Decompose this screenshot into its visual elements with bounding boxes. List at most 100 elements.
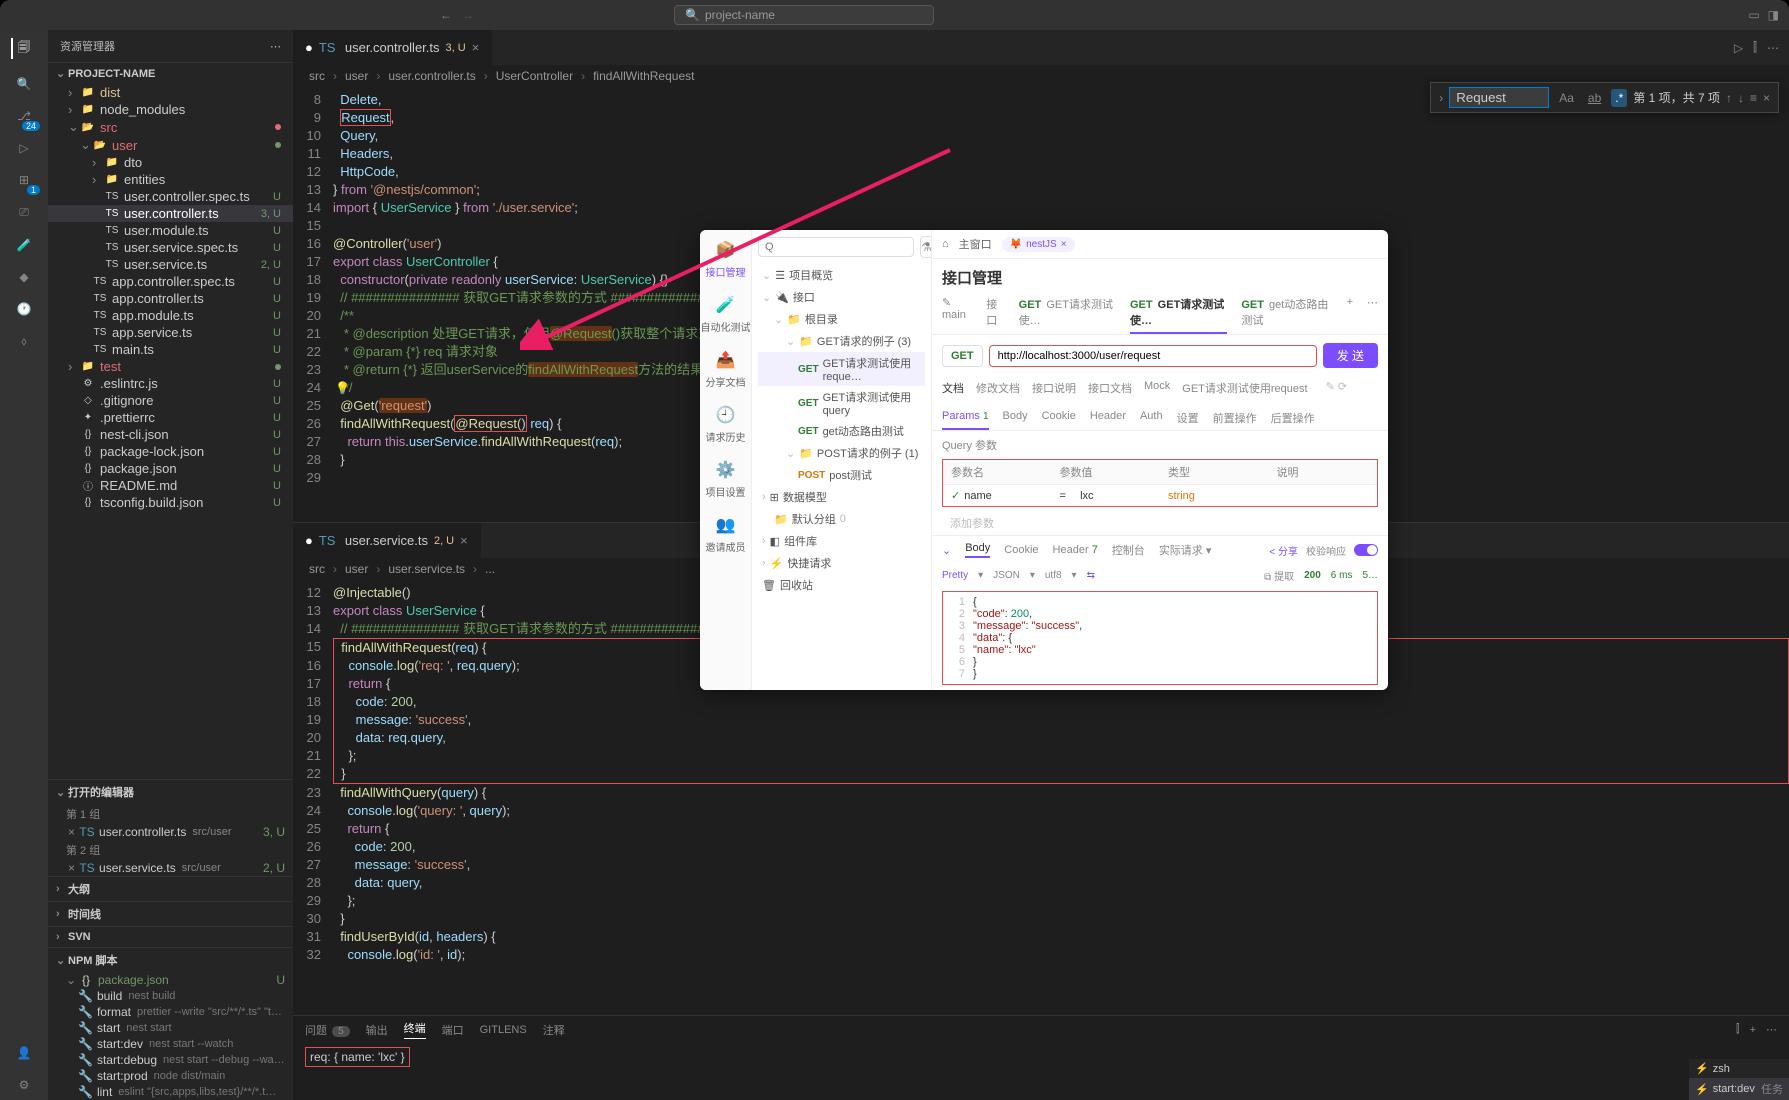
pretty-format[interactable]: JSON [993,570,1020,581]
terminal-tab[interactable]: 问题 5 [305,1022,350,1038]
tab-user-controller[interactable]: ● TS user.controller.ts 3, U × [293,30,492,65]
next-match-icon[interactable]: ↓ [1738,91,1744,105]
breadcrumb-segment[interactable]: UserController [496,69,573,83]
api-tree-item[interactable]: ⌄📁根目录 [758,308,925,330]
activity-debug-icon[interactable]: ▷ [12,141,36,155]
regex-icon[interactable]: .* [1611,89,1627,107]
activity-remote-icon[interactable]: ⎚ [12,205,36,220]
api-rail-item[interactable]: ⚙️项目设置 [706,458,746,499]
api-subtab[interactable]: GET get动态路由测试 [1241,292,1332,334]
file-tree-item[interactable]: ›📁entities [48,171,293,188]
match-case-icon[interactable]: Aa [1555,89,1578,107]
api-tree-item[interactable]: GETGET请求测试使用reque… [758,352,925,386]
npm-script-item[interactable]: 🔧start:devnest start --watch [48,1036,293,1052]
api-subtab[interactable]: GET GET请求测试使… [1019,292,1116,334]
activity-account-icon[interactable]: 👤 [12,1046,36,1060]
close-icon[interactable]: × [460,533,468,548]
run-icon[interactable]: ▷ [1734,41,1743,55]
api-doc-tab[interactable]: Mock [1144,376,1170,400]
check-icon[interactable]: ✓ [951,489,960,502]
api-doc-tab[interactable]: 接口文档 [1088,376,1132,400]
file-tree-item[interactable]: TSapp.controller.tsU [48,290,293,307]
breadcrumb-segment[interactable]: ... [485,562,495,576]
api-filter-icon[interactable]: ⚗ [920,236,932,258]
more-icon[interactable]: ⋯ [1367,292,1378,334]
api-resp-tab[interactable]: 实际请求 ▾ [1159,542,1212,558]
file-tree-item[interactable]: ›📁dist [48,84,293,101]
npm-script-item[interactable]: 🔧linteslint "{src,apps,libs,test}/**/*.t… [48,1084,293,1100]
terminal-tab[interactable]: 端口 [442,1022,464,1038]
file-tree-item[interactable]: TSapp.module.tsU [48,307,293,324]
npm-script-item[interactable]: 🔧startnest start [48,1020,293,1036]
file-tree-item[interactable]: {}package.jsonU [48,460,293,477]
open-editors-header[interactable]: 打开的编辑器 [68,784,134,800]
layout-sidebar-icon[interactable]: ◨ [1768,8,1779,22]
api-param-tab[interactable]: Body [1003,406,1028,430]
breadcrumb-segment[interactable]: user [345,69,368,83]
file-tree-item[interactable]: ⌄📂user [48,136,293,154]
file-tree-item[interactable]: TSuser.controller.ts3, U [48,205,293,222]
svn-header[interactable]: SVN [68,931,91,943]
verify-toggle[interactable] [1354,544,1378,556]
open-editor-item[interactable]: × TS user.service.ts src/user 2, U [48,860,293,876]
terminal-session[interactable]: ⚡zsh [1689,1059,1789,1078]
add-icon[interactable]: + [1750,1024,1756,1036]
api-tree-item[interactable]: ⌄📁POST请求的例子 (1) [758,442,925,464]
add-param-row[interactable]: 添加参数 [932,511,1388,535]
breadcrumb-segment[interactable]: src [309,562,325,576]
activity-test-icon[interactable]: 🧪 [12,238,36,252]
npm-script-item[interactable]: 🔧formatprettier --write "src/**/*.ts" "t… [48,1004,293,1020]
api-tree-item[interactable]: ⌄🔌接口 [758,286,925,308]
home-icon[interactable]: ⌂ [942,238,949,250]
api-doc-tab[interactable]: 文档 [942,376,964,400]
api-branch[interactable]: ✎ main [942,292,972,334]
api-doc-tab[interactable]: GET请求测试使用request [1182,376,1307,400]
split-icon[interactable]: ⫿ [1736,1023,1740,1036]
timeline-header[interactable]: 时间线 [68,906,101,922]
more-icon[interactable]: ⋯ [1767,41,1779,55]
file-tree-item[interactable]: TSuser.module.tsU [48,222,293,239]
close-icon[interactable]: × [1763,91,1770,105]
file-tree-item[interactable]: TSuser.service.ts2, U [48,256,293,273]
api-resp-tab[interactable]: Cookie [1004,544,1038,556]
tab-user-service[interactable]: ● TS user.service.ts 2, U × [293,523,481,558]
api-home-label[interactable]: 主窗口 [959,236,992,252]
file-tree-item[interactable]: {}package-lock.jsonU [48,443,293,460]
file-tree-item[interactable]: TSuser.service.spec.tsU [48,239,293,256]
terminal-session[interactable]: ⚡start:dev任务 [1689,1078,1789,1100]
api-tree-item[interactable]: GETGET请求测试使用query [758,386,925,420]
response-json[interactable]: 1{2 "code": 200,3 "message": "success",4… [942,591,1378,685]
pretty-encoding[interactable]: utf8 [1045,570,1062,581]
close-icon[interactable]: × [68,861,75,875]
prev-match-icon[interactable]: ↑ [1726,91,1732,105]
activity-settings-icon[interactable]: ⚙ [12,1078,36,1092]
activity-db-icon[interactable]: ◆ [12,270,36,284]
api-rail-item[interactable]: 🕘请求历史 [706,403,746,444]
terminal-tab[interactable]: 终端 [404,1020,426,1039]
api-resp-tab[interactable]: Header 7 [1053,544,1098,556]
api-tree-item[interactable]: ⌄📁GET请求的例子 (3) [758,330,925,352]
breadcrumb-segment[interactable]: user [345,562,368,576]
pretty-mode[interactable]: Pretty [942,570,968,581]
nav-back-icon[interactable]: ← [440,8,452,22]
api-tree-item[interactable]: ›⚡快捷请求 [758,552,925,574]
api-send-button[interactable]: 发 送 [1323,343,1378,368]
terminal-tab[interactable]: 注释 [543,1022,565,1038]
terminal-body[interactable]: req: { name: 'lxc' } [293,1043,1789,1100]
command-center[interactable]: 🔍 project-name [674,5,934,25]
file-tree-item[interactable]: ⌄📂src [48,118,293,136]
terminal-tab[interactable]: 输出 [366,1022,388,1038]
api-method-select[interactable]: GET [942,345,983,367]
sidebar-more-icon[interactable]: ⋯ [270,40,281,53]
api-search-input[interactable] [758,237,914,257]
api-param-tab[interactable]: 后置操作 [1271,406,1315,430]
activity-clock-icon[interactable]: 🕐 [12,302,36,316]
close-icon[interactable]: × [68,825,75,839]
npm-script-item[interactable]: 🔧start:prodnode dist/main [48,1068,293,1084]
breadcrumb-segment[interactable]: user.service.ts [388,562,465,576]
api-rail-item[interactable]: 📦接口管理 [706,238,746,279]
find-input[interactable] [1449,87,1549,108]
file-tree-item[interactable]: ⚙.eslintrc.jsU [48,375,293,392]
find-filter-icon[interactable]: ≡ [1750,91,1757,105]
extract-button[interactable]: ⧉ 提取 [1264,568,1294,583]
